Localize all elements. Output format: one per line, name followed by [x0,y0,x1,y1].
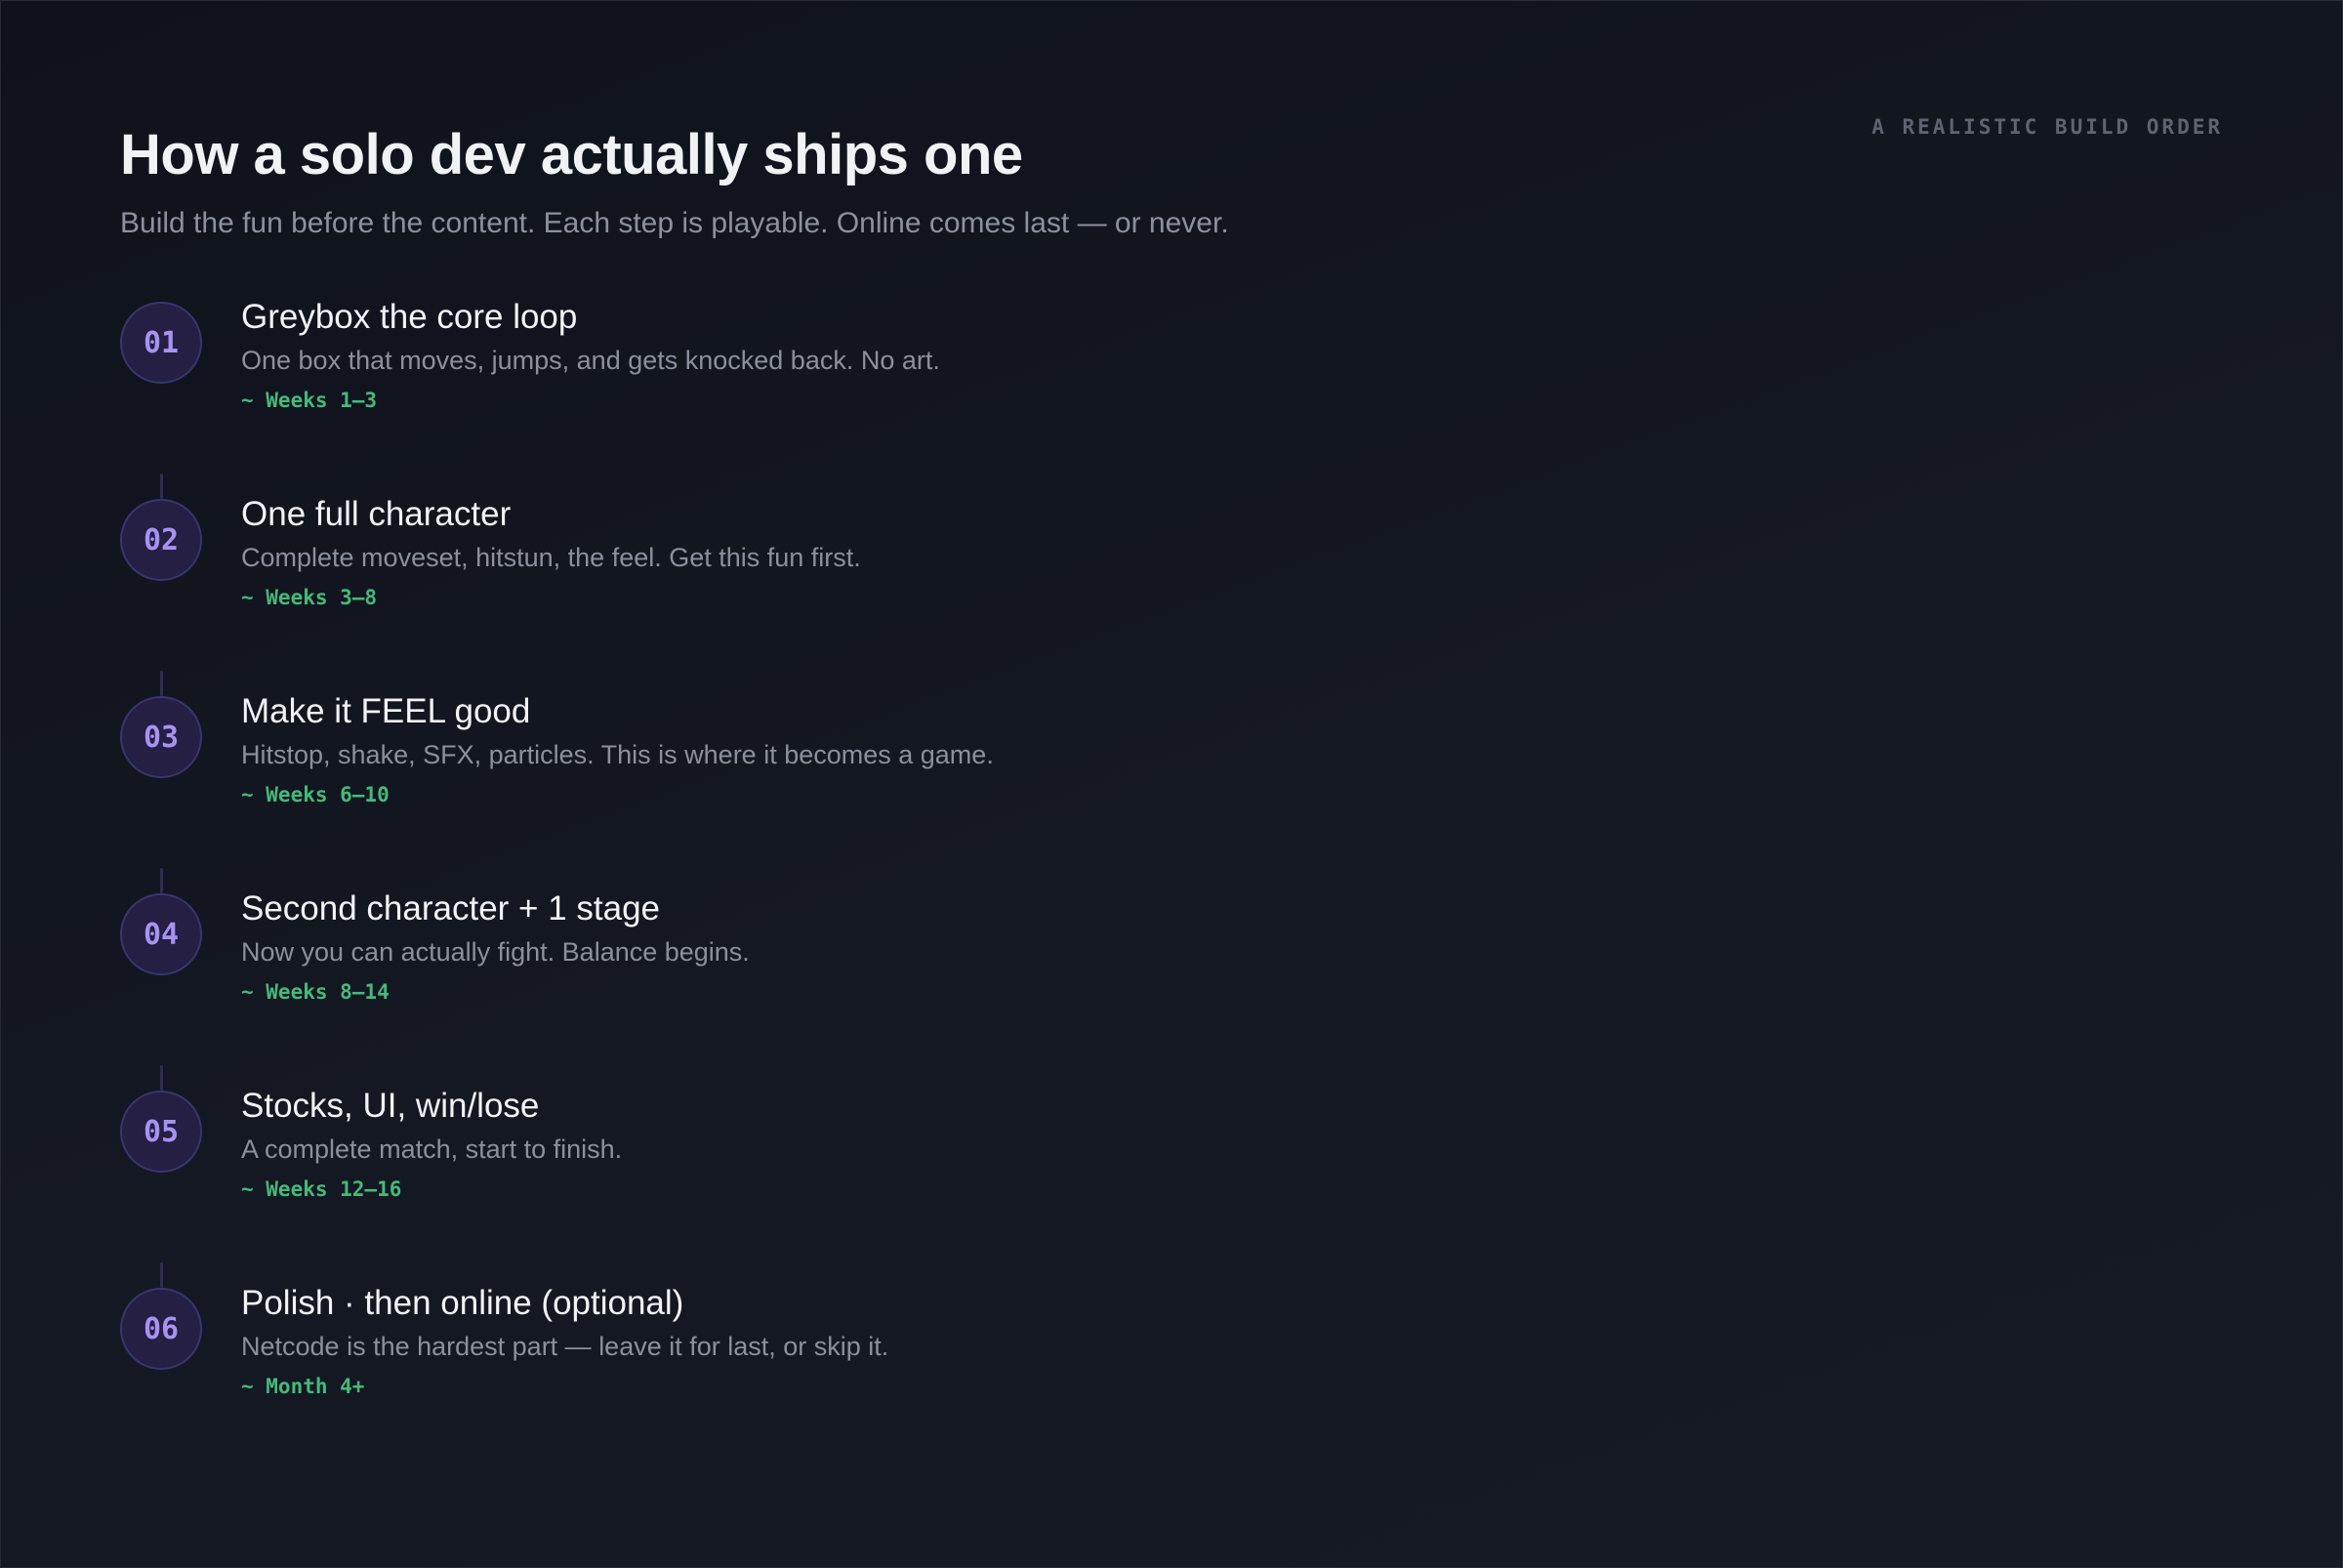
step-timeframe: ~ Weeks 3–8 [241,586,378,609]
timeline-step-2: 02 One full character Complete moveset, … [120,495,1487,696]
step-timeframe: ~ Weeks 8–14 [241,980,390,1004]
timeline-connector [160,474,163,499]
step-number-badge: 06 [120,1288,202,1370]
step-number-badge: 01 [120,302,202,384]
step-timeframe: ~ Month 4+ [241,1375,365,1398]
timeline-connector [160,671,163,696]
timeline-connector [160,1065,163,1091]
step-description: Hitstop, shake, SFX, particles. This is … [241,740,994,769]
section-eyebrow-label: A REALISTIC BUILD ORDER [1871,115,2223,139]
step-description: Netcode is the hardest part — leave it f… [241,1332,889,1361]
step-description: A complete match, start to finish. [241,1135,623,1164]
step-title: Second character + 1 stage [241,889,661,928]
step-number-badge: 04 [120,893,202,975]
timeline-step-5: 05 Stocks, UI, win/lose A complete match… [120,1087,1487,1288]
timeline-step-4: 04 Second character + 1 stage Now you ca… [120,889,1487,1091]
timeline-step-3: 03 Make it FEEL good Hitstop, shake, SFX… [120,692,1487,893]
timeline-connector [160,1262,163,1288]
step-title: Polish · then online (optional) [241,1284,684,1322]
timeline-connector [160,868,163,893]
timeline-step-6: 06 Polish · then online (optional) Netco… [120,1284,1487,1444]
step-number-badge: 02 [120,499,202,581]
step-number-badge: 03 [120,696,202,778]
step-title: Greybox the core loop [241,298,578,336]
step-description: Complete moveset, hitstun, the feel. Get… [241,543,861,572]
step-timeframe: ~ Weeks 1–3 [241,389,378,412]
step-number-badge: 05 [120,1091,202,1173]
timeline-step-1: 01 Greybox the core loop One box that mo… [120,298,1487,499]
step-description: One box that moves, jumps, and gets knoc… [241,346,940,375]
step-title: Make it FEEL good [241,692,531,730]
step-title: Stocks, UI, win/lose [241,1087,540,1125]
step-description: Now you can actually fight. Balance begi… [241,937,750,967]
step-title: One full character [241,495,512,533]
step-timeframe: ~ Weeks 12–16 [241,1177,402,1201]
step-timeframe: ~ Weeks 6–10 [241,783,390,806]
build-order-timeline: 01 Greybox the core loop One box that mo… [120,1,1487,1567]
